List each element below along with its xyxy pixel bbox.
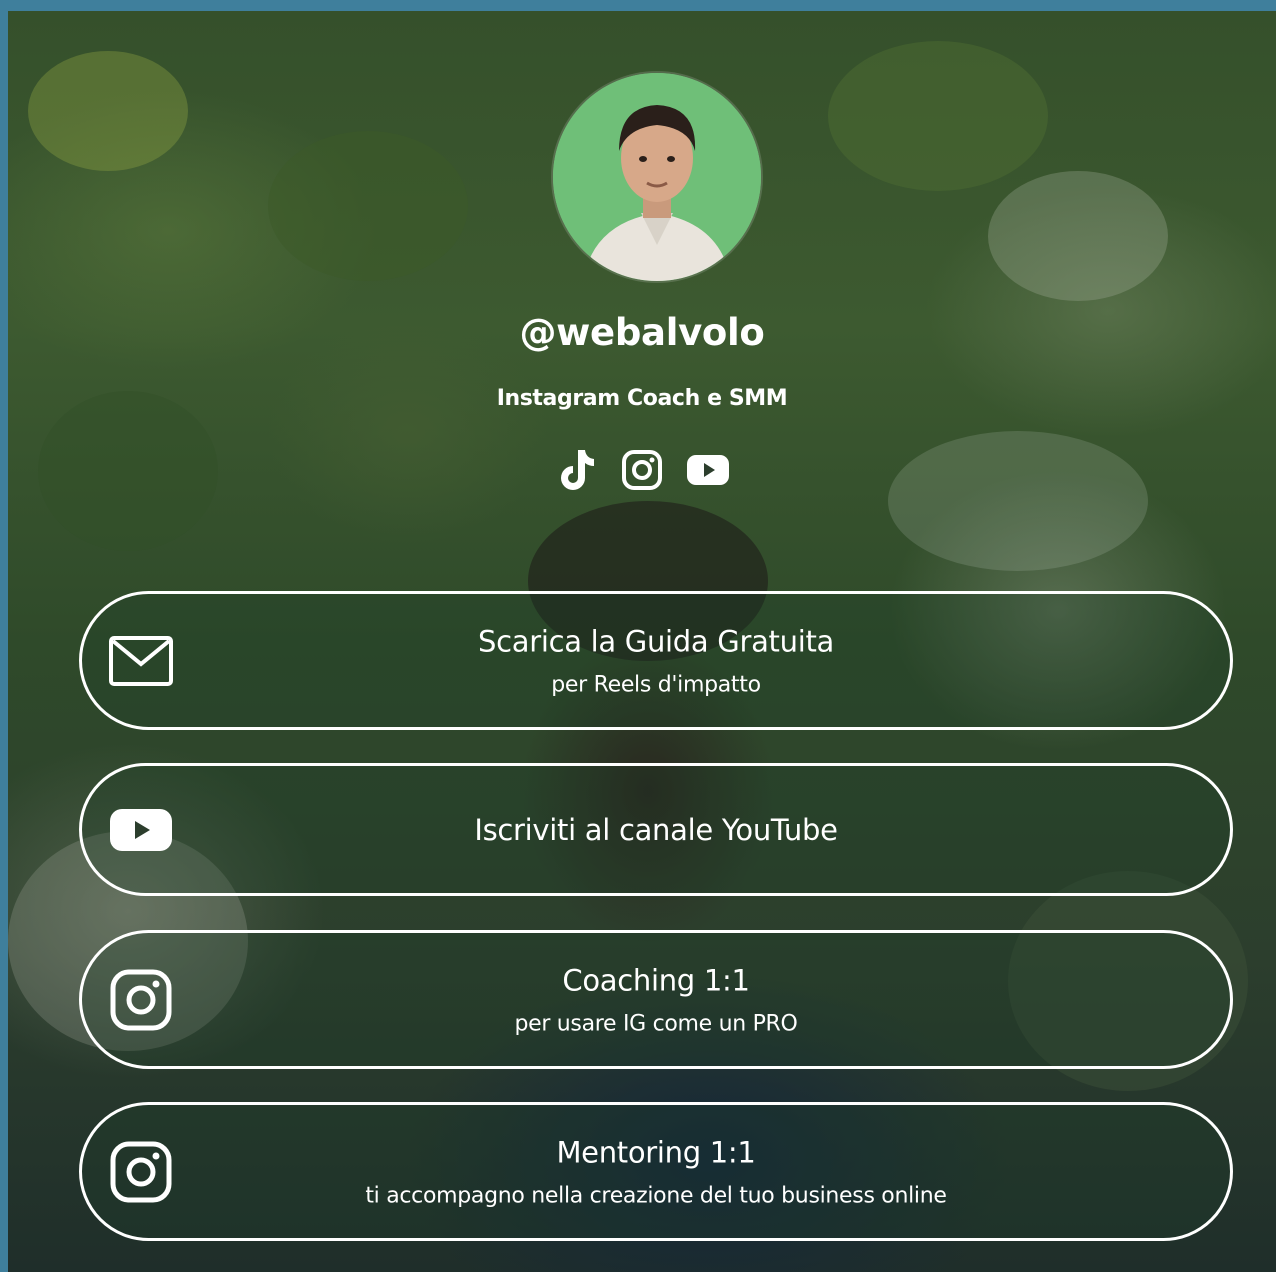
tiktok-icon[interactable] (554, 448, 598, 492)
profile-bio: Instagram Coach e SMM (496, 386, 788, 411)
link-button-guide[interactable]: Scarica la Guida Gratuita per Reels d'im… (79, 591, 1233, 730)
link-title: Scarica la Guida Gratuita (477, 624, 834, 658)
link-button-youtube[interactable]: Iscriviti al canale YouTube (79, 763, 1233, 896)
avatar (553, 73, 761, 281)
instagram-icon[interactable] (620, 448, 664, 492)
link-subtitle: ti accompagno nella creazione del tuo bu… (365, 1183, 947, 1208)
link-page: @webalvolo Instagram Coach e SMM Scarica… (8, 11, 1276, 1272)
link-button-mentoring[interactable]: Mentoring 1:1 ti accompagno nella creazi… (79, 1102, 1233, 1241)
link-title: Iscriviti al canale YouTube (474, 812, 838, 847)
youtube-icon[interactable] (686, 448, 730, 492)
profile-photo (553, 73, 761, 281)
link-title: Coaching 1:1 (562, 963, 750, 997)
social-icons (8, 448, 1276, 492)
link-subtitle: per usare IG come un PRO (514, 1011, 798, 1036)
profile-handle: @webalvolo (519, 311, 765, 354)
link-title: Mentoring 1:1 (556, 1135, 756, 1169)
link-button-coaching[interactable]: Coaching 1:1 per usare IG come un PRO (79, 930, 1233, 1069)
link-subtitle: per Reels d'impatto (551, 672, 761, 697)
